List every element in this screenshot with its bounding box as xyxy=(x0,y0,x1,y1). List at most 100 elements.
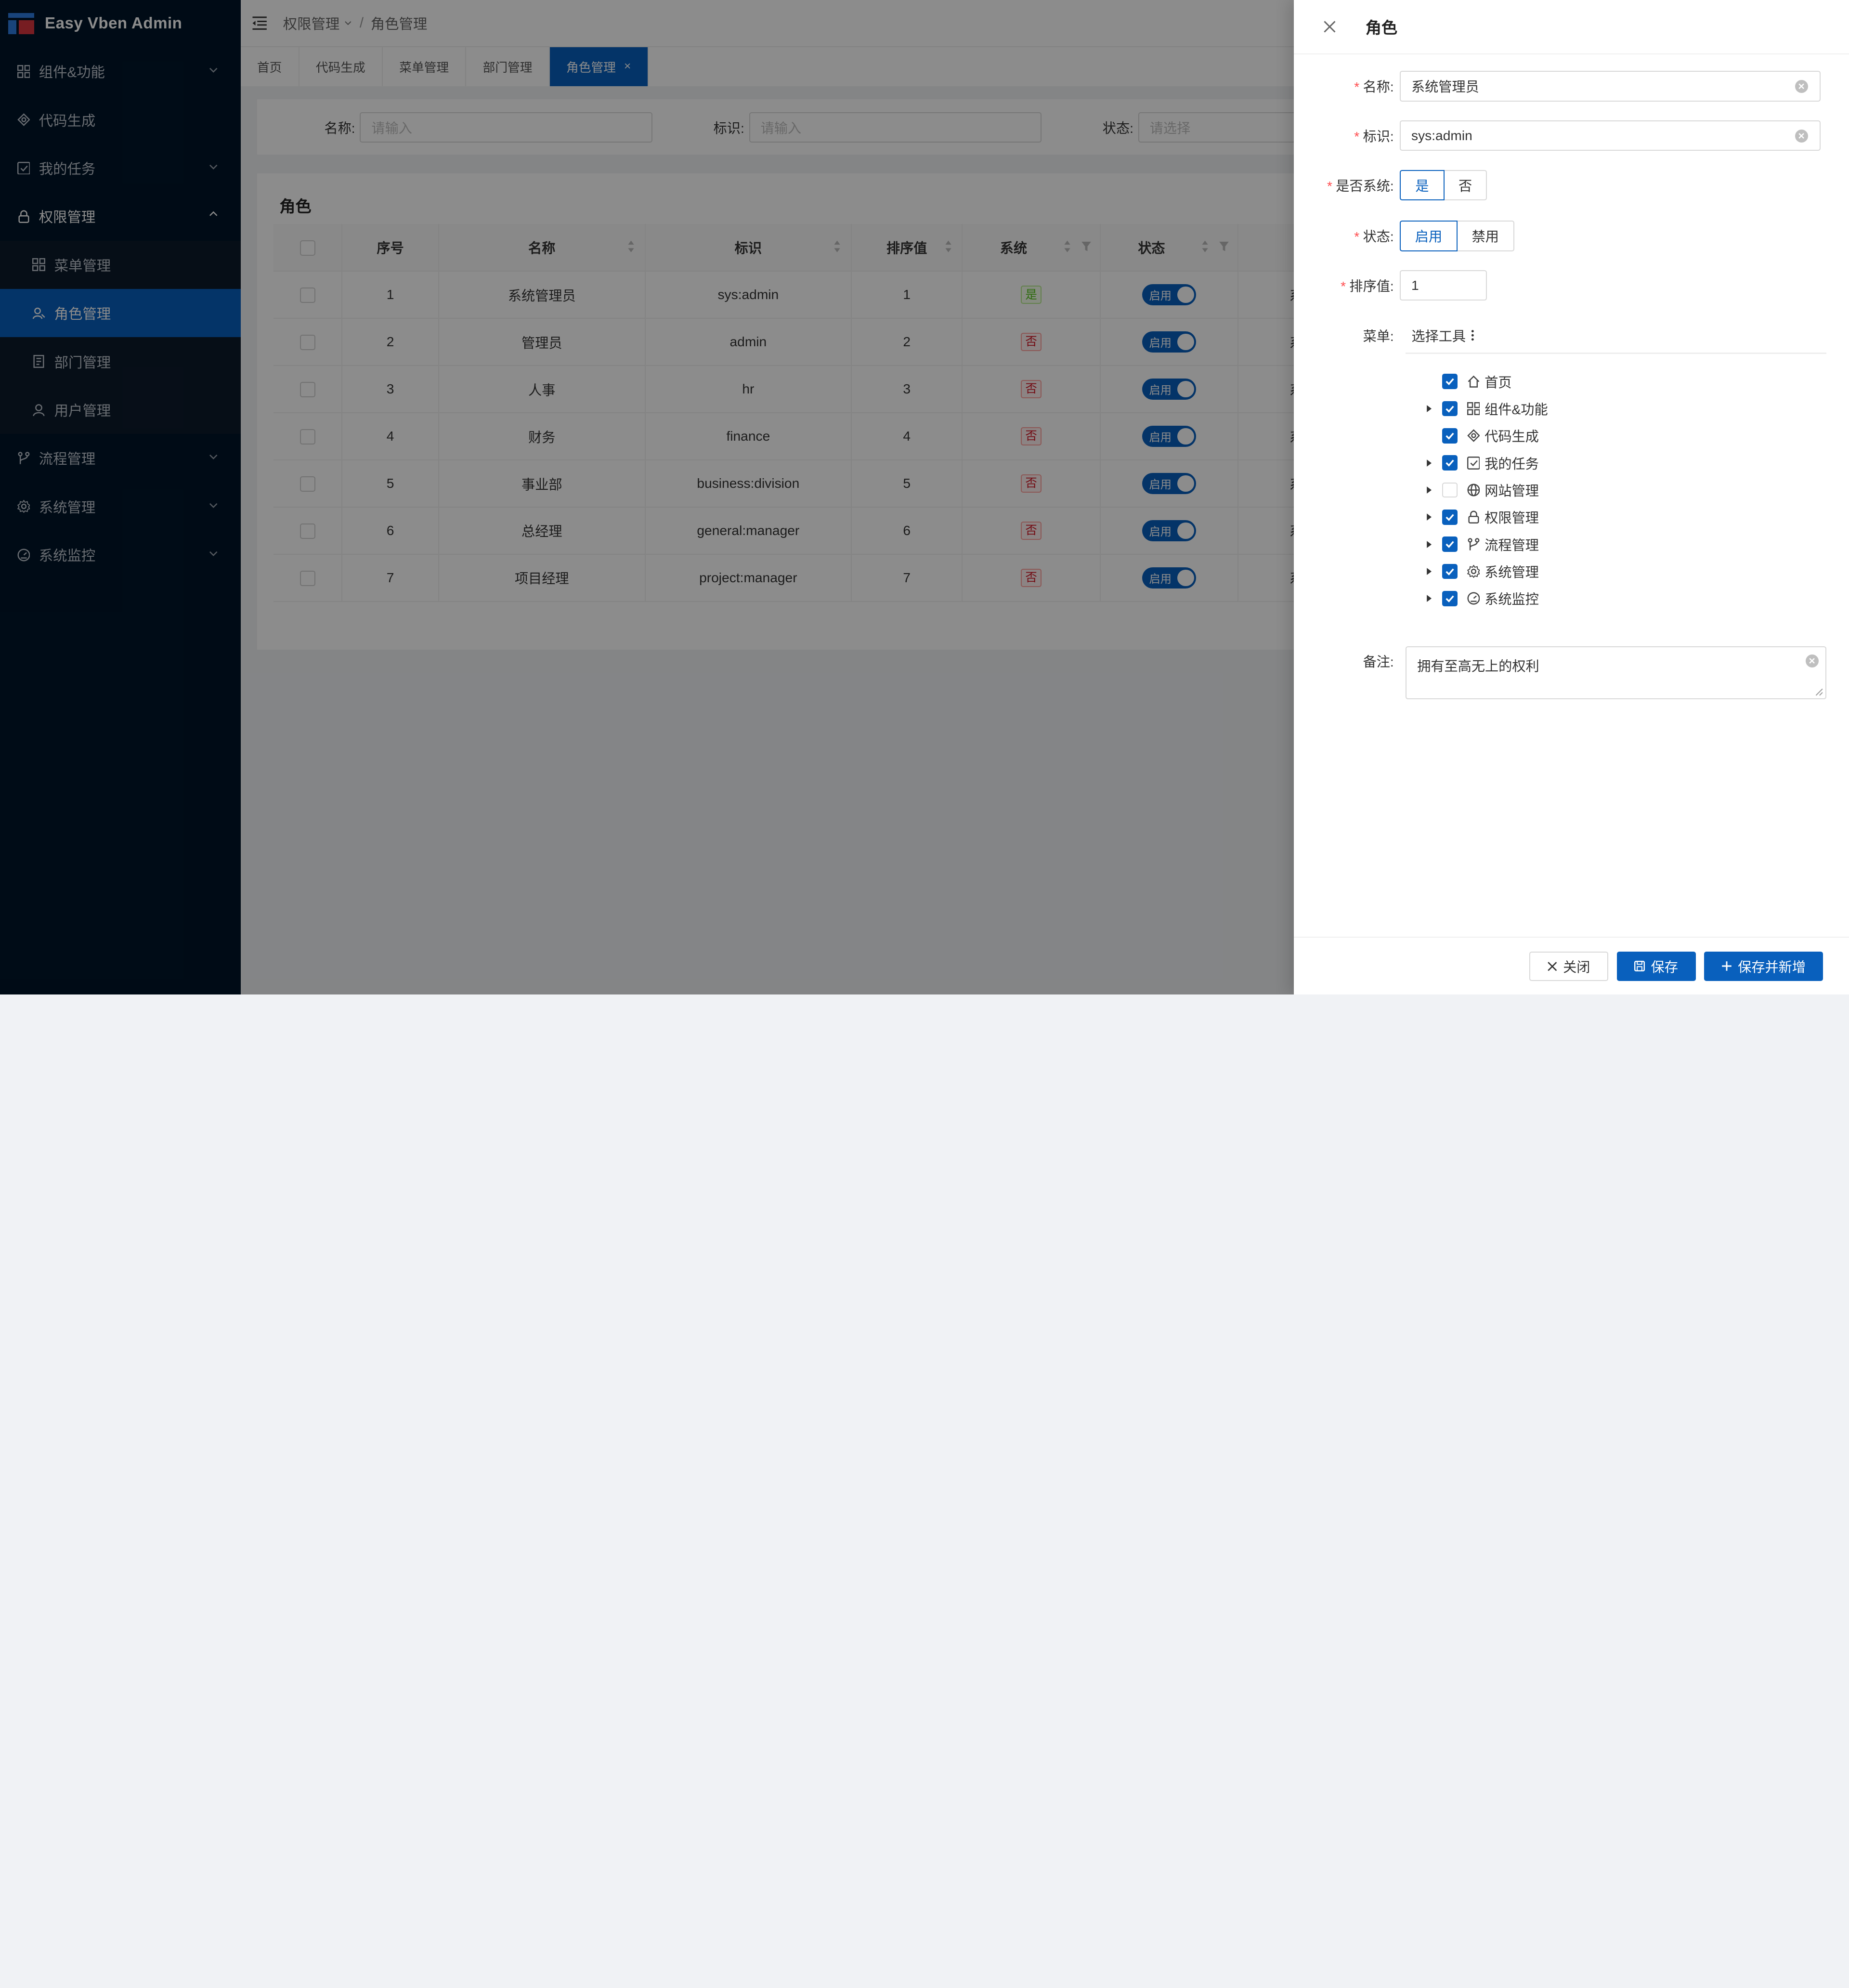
tree-node-tasks[interactable]: 我的任务 xyxy=(1423,449,1539,476)
tree-checkbox[interactable] xyxy=(1442,455,1458,471)
is-system-no-radio[interactable]: 否 xyxy=(1445,170,1487,201)
tree-node-label: 我的任务 xyxy=(1484,456,1539,471)
clear-icon[interactable] xyxy=(1795,129,1808,143)
save-icon xyxy=(1634,961,1645,972)
tree-checkbox[interactable] xyxy=(1442,482,1458,498)
tree-node-label: 权限管理 xyxy=(1484,510,1539,526)
radio-label: 否 xyxy=(1458,178,1472,194)
tree-checkbox[interactable] xyxy=(1442,509,1458,525)
resize-handle-icon[interactable] xyxy=(1815,688,1823,696)
tree-node-website[interactable]: 网站管理 xyxy=(1423,476,1539,503)
sort-number-input[interactable]: 1 xyxy=(1399,270,1487,301)
tree-checkbox[interactable] xyxy=(1442,536,1458,552)
caret-right-icon[interactable] xyxy=(1423,593,1435,604)
status-disabled-radio[interactable]: 禁用 xyxy=(1457,220,1514,251)
remark-textarea[interactable]: 拥有至高无上的权利 xyxy=(1406,646,1827,700)
form-label: * 状态: xyxy=(1294,226,1400,246)
status-enabled-radio[interactable]: 启用 xyxy=(1399,220,1458,251)
radio-label: 是 xyxy=(1415,178,1429,194)
branch-icon xyxy=(1467,537,1479,550)
tree-checkbox[interactable] xyxy=(1442,374,1458,390)
clear-icon[interactable] xyxy=(1795,80,1808,93)
tree-node-label: 网站管理 xyxy=(1484,484,1539,499)
tree-checkbox[interactable] xyxy=(1442,428,1458,444)
form-label: * 排序值: xyxy=(1294,275,1400,295)
code-input[interactable]: sys:admin xyxy=(1399,120,1821,151)
form-row-remark: 备注: xyxy=(1294,651,1400,671)
tree-checkbox[interactable] xyxy=(1442,590,1458,606)
tree-node-label: 首页 xyxy=(1484,375,1512,390)
name-input[interactable]: 系统管理员 xyxy=(1399,70,1821,102)
role-drawer: 角色 * 名称: 系统管理员 * 标识: sys:admin * 是否系统: 是 否 xyxy=(1293,0,1849,994)
caret-right-icon[interactable] xyxy=(1423,484,1435,496)
more-vertical-icon xyxy=(1471,330,1474,341)
input-value: 1 xyxy=(1411,277,1419,293)
tree-checkbox[interactable] xyxy=(1442,401,1458,417)
globe-icon xyxy=(1467,484,1480,497)
app-root: Easy Vben Admin 组件&功能 代码生成 我的任务 权限管理 菜单管… xyxy=(0,0,1849,994)
caret-right-icon[interactable] xyxy=(1423,511,1435,523)
form-label: * 是否系统: xyxy=(1294,175,1400,195)
caret-right-icon[interactable] xyxy=(1423,538,1435,550)
close-icon[interactable] xyxy=(1323,20,1336,33)
menu-tool-dropdown[interactable]: 选择工具 xyxy=(1400,326,1476,345)
label-text: 是否系统: xyxy=(1336,178,1394,194)
status-radio-group: 启用 禁用 xyxy=(1399,220,1514,251)
radio-label: 禁用 xyxy=(1471,229,1499,245)
tree-node-components[interactable]: 组件&功能 xyxy=(1423,395,1548,422)
tree-node-label: 系统监控 xyxy=(1484,592,1539,607)
home-icon xyxy=(1468,375,1479,388)
tree-node-label: 系统管理 xyxy=(1484,565,1539,580)
button-label: 关闭 xyxy=(1563,959,1590,975)
required-mark: * xyxy=(1354,79,1360,95)
is-system-yes-radio[interactable]: 是 xyxy=(1399,170,1445,201)
tree-node-monitor[interactable]: 系统监控 xyxy=(1423,585,1539,612)
required-mark: * xyxy=(1354,229,1360,245)
form-row-name: * 名称: 系统管理员 xyxy=(1294,70,1821,102)
button-label: 保存 xyxy=(1651,959,1678,975)
is-system-radio-group: 是 否 xyxy=(1399,170,1487,201)
input-value: sys:admin xyxy=(1411,128,1472,143)
label-text: 名称: xyxy=(1363,79,1394,95)
clear-icon[interactable] xyxy=(1805,654,1819,667)
form-row-code: * 标识: sys:admin xyxy=(1294,120,1821,151)
form-row-is-system: * 是否系统: 是 否 xyxy=(1294,170,1487,201)
radio-label: 启用 xyxy=(1415,229,1443,245)
caret-right-icon[interactable] xyxy=(1423,565,1435,577)
tree-node-label: 代码生成 xyxy=(1484,429,1539,445)
caret-right-icon[interactable] xyxy=(1423,457,1435,469)
label-text: 菜单: xyxy=(1363,328,1394,344)
tree-node-label: 流程管理 xyxy=(1484,537,1539,553)
tree-node-label: 组件&功能 xyxy=(1484,402,1548,418)
label-text: 标识: xyxy=(1363,129,1394,144)
form-label: 备注: xyxy=(1294,651,1400,671)
gear-icon xyxy=(1467,565,1480,578)
caret-right-icon[interactable] xyxy=(1423,403,1435,414)
label-text: 状态: xyxy=(1363,229,1394,245)
close-icon xyxy=(1548,961,1557,971)
tree-node-codegen[interactable]: 代码生成 xyxy=(1423,422,1539,449)
required-mark: * xyxy=(1354,129,1360,144)
tree-node-workflow[interactable]: 流程管理 xyxy=(1423,531,1539,558)
form-label: 菜单: xyxy=(1294,326,1400,345)
lock-icon xyxy=(1468,510,1479,524)
form-row-menu: 菜单: 选择工具 xyxy=(1294,326,1477,345)
tool-label: 选择工具 xyxy=(1411,328,1466,344)
grid-icon xyxy=(1467,402,1480,416)
form-row-status: * 状态: 启用 禁用 xyxy=(1294,220,1514,251)
save-button[interactable]: 保存 xyxy=(1616,951,1696,981)
tree-node-permissions[interactable]: 权限管理 xyxy=(1423,504,1539,531)
task-icon xyxy=(1467,456,1480,470)
close-button[interactable]: 关闭 xyxy=(1529,951,1609,981)
label-text: 备注: xyxy=(1363,654,1394,669)
tree-node-home[interactable]: 首页 xyxy=(1423,368,1512,395)
tree-node-system[interactable]: 系统管理 xyxy=(1423,558,1539,585)
drawer-title: 角色 xyxy=(1365,19,1398,38)
save-and-new-button[interactable]: 保存并新增 xyxy=(1704,951,1823,981)
required-mark: * xyxy=(1327,178,1332,194)
plus-icon xyxy=(1722,961,1732,971)
drawer-footer: 关闭 保存 保存并新增 xyxy=(1293,936,1849,994)
textarea-value: 拥有至高无上的权利 xyxy=(1417,659,1539,674)
tree-checkbox[interactable] xyxy=(1442,563,1458,579)
